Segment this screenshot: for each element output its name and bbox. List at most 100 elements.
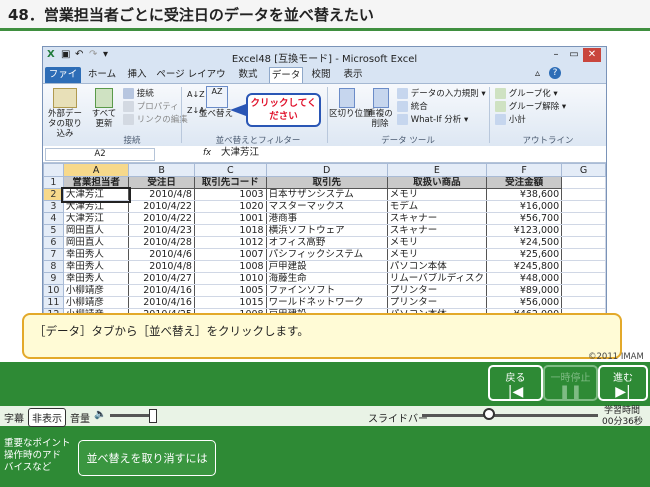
cell[interactable] bbox=[561, 272, 606, 285]
cell[interactable]: ¥56,700 bbox=[486, 212, 563, 225]
column-header[interactable]: G bbox=[561, 163, 606, 177]
row-header[interactable]: 2 bbox=[43, 188, 64, 201]
cell[interactable]: 2010/4/28 bbox=[128, 236, 195, 249]
column-header[interactable]: D bbox=[265, 163, 388, 177]
cell[interactable]: 小柳靖彦 bbox=[62, 296, 130, 309]
row-header[interactable]: 10 bbox=[43, 284, 64, 297]
cell[interactable] bbox=[561, 248, 606, 261]
cell[interactable]: 日本サザンシステム bbox=[265, 188, 388, 201]
cell[interactable]: パシフィックシステム bbox=[265, 248, 388, 261]
cell[interactable] bbox=[561, 212, 606, 225]
help-icon[interactable]: ? bbox=[549, 67, 561, 79]
cell[interactable] bbox=[561, 296, 606, 309]
refresh-all-button[interactable]: すべて更新 bbox=[89, 109, 119, 129]
row-header[interactable]: 4 bbox=[43, 212, 64, 225]
cell[interactable]: 1007 bbox=[193, 248, 267, 261]
cell[interactable]: 2010/4/16 bbox=[128, 284, 195, 297]
cell[interactable] bbox=[561, 188, 606, 201]
column-header[interactable]: F bbox=[486, 163, 563, 177]
cell[interactable]: 海藤生命 bbox=[265, 272, 388, 285]
cell[interactable]: プリンター bbox=[386, 296, 488, 309]
minimize-button[interactable]: – bbox=[547, 48, 565, 62]
sort-az-icon[interactable]: A↓Z bbox=[187, 90, 205, 100]
row-header[interactable]: 9 bbox=[43, 272, 64, 285]
cell[interactable]: 幸田秀人 bbox=[62, 260, 130, 273]
cell[interactable]: スキャナー bbox=[386, 212, 488, 225]
cell[interactable]: ¥16,000 bbox=[486, 200, 563, 213]
cell[interactable]: 1020 bbox=[193, 200, 267, 213]
tab-home[interactable]: ホーム bbox=[87, 67, 117, 83]
cell[interactable]: 2010/4/23 bbox=[128, 224, 195, 237]
row-header[interactable]: 3 bbox=[43, 200, 64, 213]
row-header[interactable]: 1 bbox=[43, 176, 64, 189]
cell[interactable]: メモリ bbox=[386, 248, 488, 261]
connections-button[interactable]: 接続 bbox=[123, 88, 154, 99]
cell[interactable]: 小柳靖彦 bbox=[62, 284, 130, 297]
formula-input[interactable]: 大津芳江 bbox=[221, 148, 259, 158]
cell[interactable]: ¥38,600 bbox=[486, 188, 563, 201]
row-header[interactable]: 6 bbox=[43, 236, 64, 249]
cell[interactable]: パソコン本体 bbox=[386, 260, 488, 273]
cell[interactable]: リムーバブルディスク bbox=[386, 272, 488, 285]
tab-data[interactable]: データ bbox=[269, 67, 303, 83]
cell[interactable] bbox=[561, 260, 606, 273]
cell[interactable]: 2010/4/22 bbox=[128, 212, 195, 225]
tab-file[interactable]: ファイル bbox=[45, 67, 81, 96]
cell[interactable]: 大津芳江 bbox=[62, 200, 130, 213]
maximize-button[interactable]: ▭ bbox=[565, 48, 583, 62]
edit-links-button[interactable]: リンクの編集 bbox=[123, 114, 188, 125]
external-data-button[interactable]: 外部データの取り込み bbox=[45, 109, 85, 139]
tab-view[interactable]: 表示 bbox=[341, 67, 365, 83]
slide-bar-handle[interactable] bbox=[483, 408, 495, 420]
cell[interactable]: ¥24,500 bbox=[486, 236, 563, 249]
cell[interactable]: 戸甲建設 bbox=[265, 260, 388, 273]
row-header[interactable]: 7 bbox=[43, 248, 64, 261]
tab-insert[interactable]: 挿入 bbox=[125, 67, 149, 83]
row-header[interactable]: 8 bbox=[43, 260, 64, 273]
subtitles-toggle-button[interactable]: 非表示 bbox=[28, 408, 66, 427]
header-cell[interactable]: 受注金額 bbox=[486, 176, 563, 189]
properties-button[interactable]: プロパティ bbox=[123, 101, 179, 112]
cell[interactable]: ¥123,000 bbox=[486, 224, 563, 237]
cell[interactable]: 1012 bbox=[193, 236, 267, 249]
cell[interactable]: 幸田秀人 bbox=[62, 272, 130, 285]
cell[interactable]: 1008 bbox=[193, 260, 267, 273]
header-cell[interactable]: 営業担当者 bbox=[62, 176, 130, 189]
cell[interactable]: 2010/4/27 bbox=[128, 272, 195, 285]
cell[interactable]: 2010/4/6 bbox=[128, 248, 195, 261]
header-cell[interactable]: 取引先 bbox=[265, 176, 388, 189]
remove-duplicates-button[interactable]: 重複の削除 bbox=[365, 109, 395, 129]
tab-review[interactable]: 校閲 bbox=[309, 67, 333, 83]
next-button[interactable]: 進む ▶| bbox=[598, 365, 648, 401]
cell[interactable]: 岡田直人 bbox=[62, 224, 130, 237]
cell[interactable]: ¥56,000 bbox=[486, 296, 563, 309]
column-header[interactable]: A bbox=[62, 163, 130, 177]
cell[interactable]: ¥89,000 bbox=[486, 284, 563, 297]
undo-sort-tip-button[interactable]: 並べ替えを取り消すには bbox=[78, 440, 216, 476]
header-cell[interactable]: 受注日 bbox=[128, 176, 195, 189]
cell[interactable]: ¥245,800 bbox=[486, 260, 563, 273]
cell[interactable]: 1001 bbox=[193, 212, 267, 225]
column-header[interactable]: C bbox=[193, 163, 267, 177]
subtotal-button[interactable]: 小計 bbox=[495, 114, 526, 125]
cell[interactable]: ファインソフト bbox=[265, 284, 388, 297]
cell[interactable]: 1015 bbox=[193, 296, 267, 309]
header-cell[interactable]: 取扱い商品 bbox=[386, 176, 488, 189]
slide-bar-track[interactable] bbox=[422, 414, 598, 417]
cell[interactable]: 幸田秀人 bbox=[62, 248, 130, 261]
cell[interactable]: 港商事 bbox=[265, 212, 388, 225]
cell[interactable]: スキャナー bbox=[386, 224, 488, 237]
cell[interactable]: ¥48,000 bbox=[486, 272, 563, 285]
cell[interactable]: 岡田直人 bbox=[62, 236, 130, 249]
consolidate-button[interactable]: 統合 bbox=[397, 101, 428, 112]
data-validation-button[interactable]: データの入力規則 ▾ bbox=[397, 88, 486, 99]
pause-button[interactable]: 一時停止 ❚❚ bbox=[543, 365, 598, 401]
cell[interactable]: 横浜ソフトウェア bbox=[265, 224, 388, 237]
what-if-button[interactable]: What-If 分析 ▾ bbox=[397, 114, 468, 125]
cell[interactable]: 2010/4/22 bbox=[128, 200, 195, 213]
cell[interactable] bbox=[561, 176, 606, 189]
name-box[interactable]: A2 bbox=[45, 148, 155, 161]
cell[interactable]: ¥25,600 bbox=[486, 248, 563, 261]
cell[interactable]: メモリ bbox=[386, 188, 488, 201]
ungroup-button[interactable]: グループ解除 ▾ bbox=[495, 101, 566, 112]
